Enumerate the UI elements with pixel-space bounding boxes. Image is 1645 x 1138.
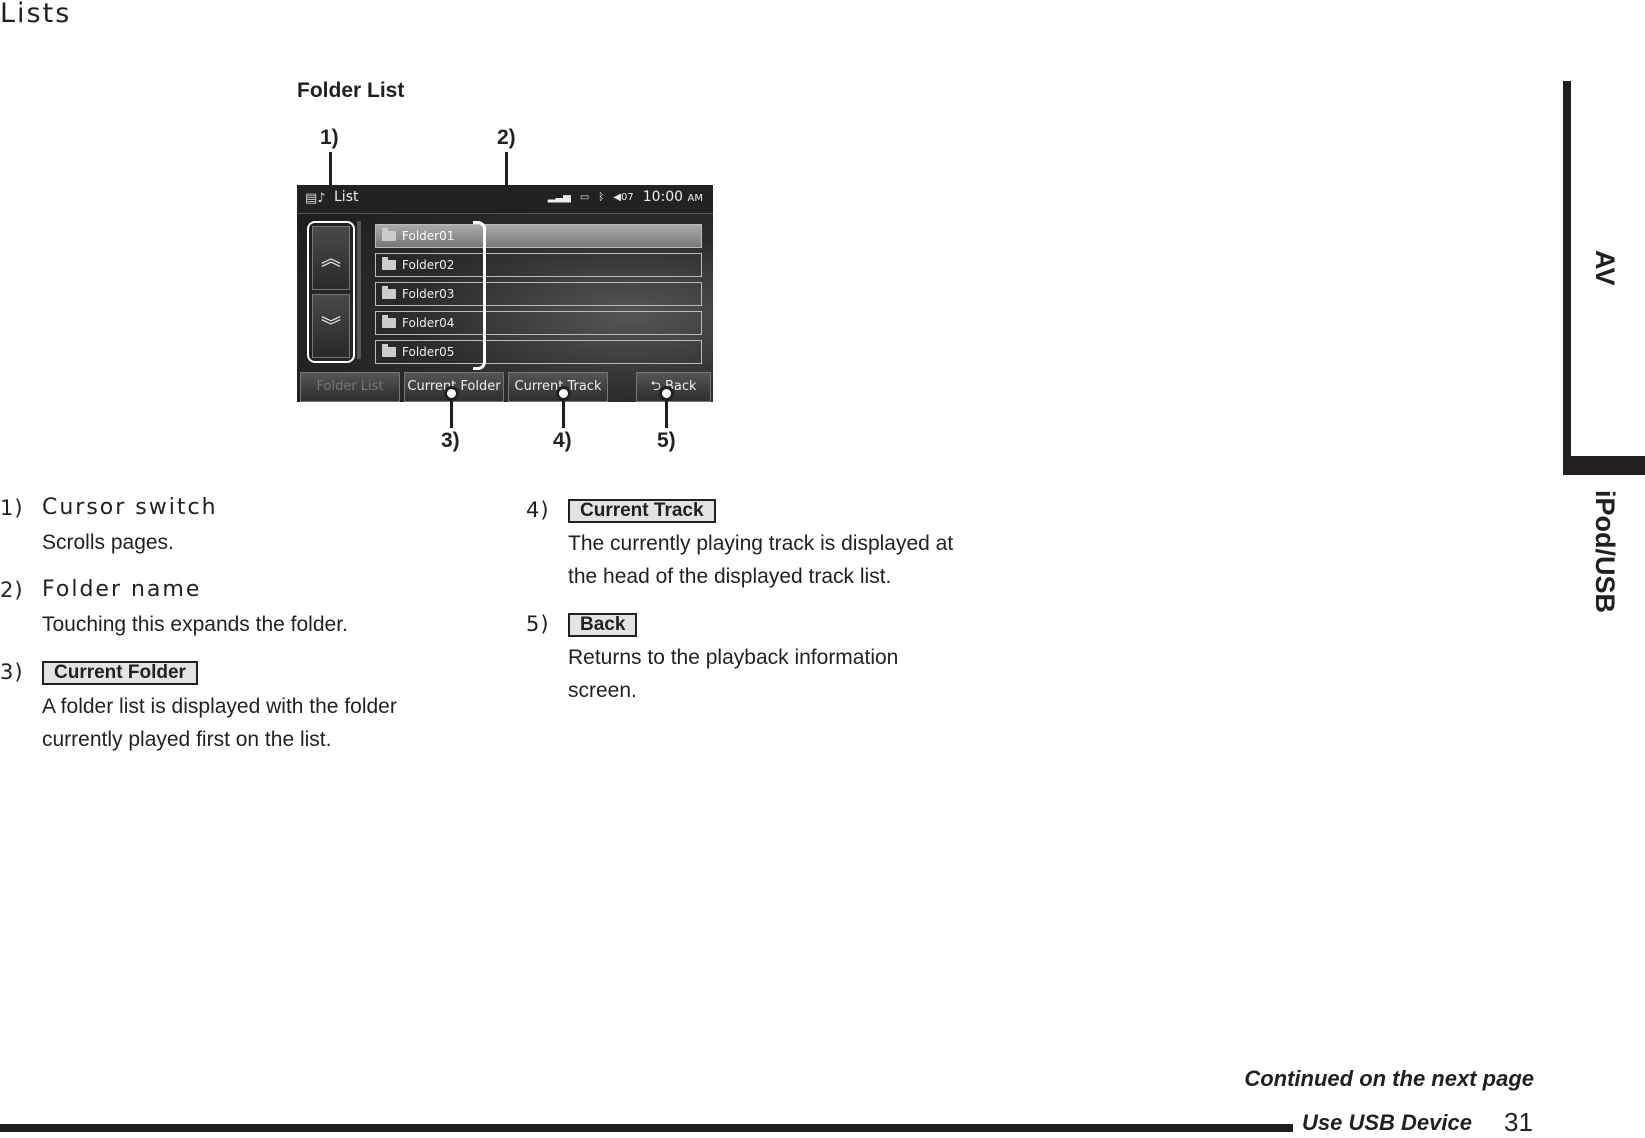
figure-title: Folder List <box>297 79 405 102</box>
page-number: 31 <box>1504 1107 1533 1137</box>
status-bar: ▤♪ List ▂▃▅ ▭ ᛒ ◀07 10:00 AM <box>297 185 713 214</box>
device-screen: ▤♪ List ▂▃▅ ▭ ᛒ ◀07 10:00 AM ︽ ︾ Folder0… <box>297 185 713 402</box>
back-button[interactable]: ⮌ Back <box>636 372 711 402</box>
folder-name: Folder02 <box>402 258 455 272</box>
scroll-down-button[interactable]: ︾ <box>312 294 350 358</box>
item-description: Touching this expands the folder. <box>42 613 348 636</box>
callout-3: 3) <box>441 429 460 452</box>
double-chevron-down-icon: ︾ <box>321 314 341 338</box>
current-folder-key-label: Current Folder <box>42 661 198 685</box>
clock-time: 10:00 <box>642 189 684 205</box>
volume-level: 07 <box>620 191 634 203</box>
scroll-up-button[interactable]: ︽ <box>312 226 350 290</box>
double-chevron-up-icon: ︽ <box>321 246 341 270</box>
item-description: the head of the displayed track list. <box>568 565 892 588</box>
item-number: 3) <box>0 660 24 684</box>
side-tab-av: AV <box>1590 250 1620 286</box>
folder-row[interactable]: Folder03 <box>375 282 702 306</box>
back-key-label: Back <box>568 613 638 637</box>
item-heading: Cursor switch <box>42 495 218 520</box>
side-tab-ipod-usb: iPod/USB <box>1590 490 1620 614</box>
callout-5-line <box>665 398 668 428</box>
item-number: 4) <box>526 498 550 522</box>
speaker-icon: ◀ <box>613 191 621 203</box>
folder-icon <box>382 228 396 241</box>
item-description: A folder list is displayed with the fold… <box>42 695 397 718</box>
page-title: Lists <box>0 0 72 29</box>
screen-title: List <box>334 189 359 205</box>
folder-name: Folder04 <box>402 316 455 330</box>
folder-name-bracket <box>473 221 486 370</box>
folder-row[interactable]: Folder01 <box>375 224 702 248</box>
continued-note: Continued on the next page <box>1244 1066 1534 1091</box>
folder-icon <box>382 286 396 299</box>
callout-2: 2) <box>497 126 516 149</box>
callout-3-line <box>450 398 453 428</box>
folder-name: Folder03 <box>402 287 455 301</box>
folder-list-button[interactable]: Folder List <box>300 372 400 402</box>
bluetooth-icon: ᛒ <box>598 191 605 203</box>
folder-row[interactable]: Folder02 <box>375 253 702 277</box>
folder-icon <box>382 257 396 270</box>
callout-1: 1) <box>320 126 339 149</box>
item-number: 1) <box>0 496 24 520</box>
item-description: Scrolls pages. <box>42 531 174 554</box>
folder-row[interactable]: Folder05 <box>375 340 702 364</box>
side-tab-rule <box>1563 81 1571 461</box>
battery-icon: ▭ <box>579 191 590 203</box>
current-track-key-label: Current Track <box>568 499 716 523</box>
folder-icon <box>382 344 396 357</box>
scrollbar[interactable] <box>357 221 361 359</box>
item-description: Returns to the playback information <box>568 646 899 669</box>
signal-bars-icon: ▂▃▅ <box>547 191 571 203</box>
footer-rule <box>0 1124 1293 1132</box>
callout-4: 4) <box>553 429 572 452</box>
item-number: 2) <box>0 578 24 602</box>
folder-icon <box>382 315 396 328</box>
list-music-icon: ▤♪ <box>305 191 326 206</box>
clock-ampm: AM <box>687 193 703 204</box>
callout-5: 5) <box>657 429 676 452</box>
footer-section: Use USB Device <box>1302 1110 1472 1135</box>
item-description: currently played first on the list. <box>42 728 332 751</box>
cursor-switch: ︽ ︾ <box>307 221 355 363</box>
folder-name: Folder05 <box>402 345 455 359</box>
item-heading: Folder name <box>42 577 202 602</box>
side-tab-marker <box>1563 456 1645 475</box>
item-description: screen. <box>568 679 637 702</box>
callout-4-line <box>562 398 565 428</box>
item-number: 5) <box>526 612 550 636</box>
item-description: The currently playing track is displayed… <box>568 532 954 555</box>
folder-name: Folder01 <box>402 229 455 243</box>
folder-row[interactable]: Folder04 <box>375 311 702 335</box>
